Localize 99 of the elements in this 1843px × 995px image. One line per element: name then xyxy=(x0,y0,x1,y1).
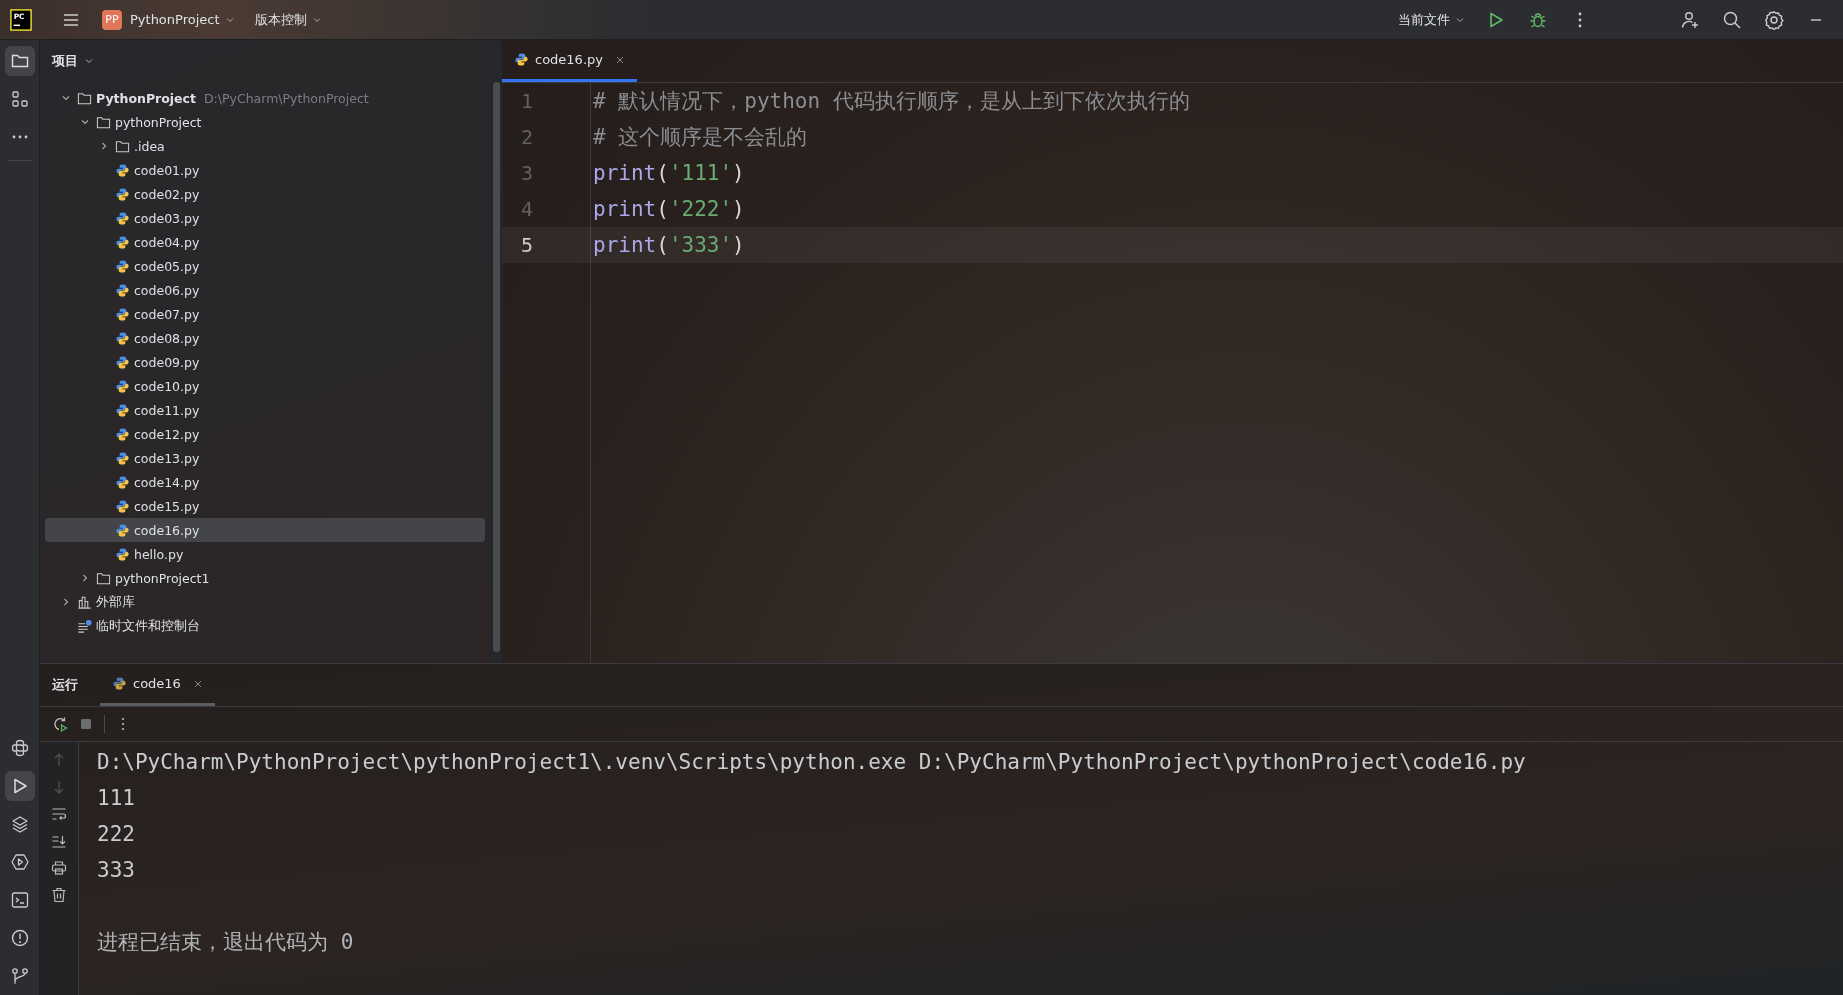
project-view-selector[interactable]: 项目 xyxy=(40,40,106,82)
tree-item[interactable]: code09.py xyxy=(45,350,485,374)
run-tab[interactable]: code16 xyxy=(100,664,215,706)
print-icon[interactable] xyxy=(51,860,67,876)
scroll-to-end-icon[interactable] xyxy=(51,833,67,849)
rerun-icon[interactable] xyxy=(52,716,68,732)
python-file-icon xyxy=(115,378,130,394)
chevron-icon[interactable] xyxy=(80,117,90,127)
more-icon xyxy=(11,135,28,139)
tree-item[interactable]: code10.py xyxy=(45,374,485,398)
python-file-icon xyxy=(115,162,130,178)
code-line: # 这个顺序是不会乱的 xyxy=(593,124,808,151)
python-file-icon xyxy=(115,426,130,442)
settings-icon[interactable] xyxy=(1764,9,1784,30)
project-tool-button[interactable] xyxy=(4,46,35,76)
python-file-icon xyxy=(115,186,130,202)
console-output-line: 进程已结束，退出代码为 0 xyxy=(97,929,355,956)
tree-item[interactable]: PythonProject D:\PyCharm\PythonProject xyxy=(45,86,485,110)
tree-item[interactable]: code01.py xyxy=(45,158,485,182)
structure-icon xyxy=(9,89,30,109)
python-file-icon xyxy=(115,450,130,466)
scratch-file-icon xyxy=(77,618,92,634)
tree-item[interactable]: code15.py xyxy=(45,494,485,518)
tree-item[interactable]: code08.py xyxy=(45,326,485,350)
code-line: print('333') xyxy=(593,233,745,257)
editor-tab[interactable]: code16.py xyxy=(502,40,637,82)
tree-item[interactable]: code06.py xyxy=(45,278,485,302)
console-output-line: D:\PyCharm\PythonProject\pythonProject1\.venv\Scripts\python.exe D:\PyCharm\PythonProject\pythonProject\code16.py xyxy=(97,749,1526,776)
tree-item[interactable]: hello.py xyxy=(45,542,485,566)
tree-item[interactable]: pythonProject xyxy=(45,110,485,134)
console-output-line: 111 xyxy=(97,785,136,812)
line-number: 1 xyxy=(519,89,534,113)
tree-item[interactable]: code05.py xyxy=(45,254,485,278)
chevron-icon[interactable] xyxy=(80,573,90,583)
tree-item[interactable]: code07.py xyxy=(45,302,485,326)
stop-icon[interactable] xyxy=(78,716,94,732)
tree-item[interactable]: code02.py xyxy=(45,182,485,206)
line-number: 2 xyxy=(519,125,534,149)
close-icon[interactable] xyxy=(615,54,625,65)
vcs-menu[interactable]: 版本控制 xyxy=(248,6,328,33)
folder-icon xyxy=(115,138,130,154)
console-output-line: 222 xyxy=(97,821,136,848)
code-line: print('111') xyxy=(593,161,745,185)
code-line: # 默认情况下，python 代码执行顺序，是从上到下依次执行的 xyxy=(593,88,1190,115)
tree-item[interactable]: code04.py xyxy=(45,230,485,254)
chevron-down-icon xyxy=(84,56,94,66)
search-icon[interactable] xyxy=(1722,9,1742,30)
folder-icon xyxy=(77,90,92,106)
code-line: print('222') xyxy=(593,197,745,221)
chevron-icon[interactable] xyxy=(99,141,109,151)
python-file-icon xyxy=(115,234,130,250)
tree-item[interactable]: 外部库 xyxy=(45,590,485,614)
folder-icon xyxy=(96,114,111,130)
line-number: 3 xyxy=(519,161,534,185)
tree-item[interactable]: code12.py xyxy=(45,422,485,446)
line-number: 5 xyxy=(519,233,534,257)
python-file-icon xyxy=(115,282,130,298)
python-file-icon xyxy=(115,546,130,562)
branch-icon xyxy=(9,966,30,986)
python-file-icon xyxy=(115,210,130,226)
run-config-selector[interactable]: 当前文件 xyxy=(1392,6,1471,33)
add-user-icon[interactable] xyxy=(1680,9,1700,30)
python-file-icon xyxy=(115,522,130,538)
close-icon[interactable] xyxy=(192,678,203,689)
scrollbar-thumb[interactable] xyxy=(492,82,500,652)
tree-item[interactable]: .idea xyxy=(45,134,485,158)
python-file-icon xyxy=(115,258,130,274)
python-file-icon xyxy=(115,474,130,490)
tab-label: code16 xyxy=(133,676,181,691)
project-path: D:\PyCharm\PythonProject xyxy=(203,90,369,106)
project-switcher[interactable]: PP PythonProject xyxy=(96,5,241,34)
python-file-icon xyxy=(115,306,130,322)
run-panel-title: 运行 xyxy=(52,676,78,694)
tree-item[interactable]: pythonProject1 xyxy=(45,566,485,590)
library-icon xyxy=(77,594,92,610)
warning-icon xyxy=(9,928,30,948)
tree-item[interactable]: code11.py xyxy=(45,398,485,422)
tree-item[interactable]: code16.py xyxy=(45,518,485,542)
python-file-icon xyxy=(115,402,130,418)
terminal-icon xyxy=(9,890,30,910)
tree-item[interactable]: code03.py xyxy=(45,206,485,230)
run-tool-button[interactable] xyxy=(4,771,35,801)
play-hexagon-icon xyxy=(9,852,30,872)
chevron-icon[interactable] xyxy=(61,93,71,103)
tab-label: code16.py xyxy=(535,52,603,67)
tree-item[interactable]: code13.py xyxy=(45,446,485,470)
python-file-icon xyxy=(115,354,130,370)
tree-item[interactable]: code14.py xyxy=(45,470,485,494)
app-logo-icon[interactable]: PC xyxy=(10,8,32,31)
tree-item[interactable]: 临时文件和控制台 xyxy=(45,614,485,638)
python-file-icon xyxy=(115,498,130,514)
python-file-icon xyxy=(514,52,529,67)
folder-icon xyxy=(96,570,111,586)
chevron-icon[interactable] xyxy=(61,597,71,607)
trash-icon[interactable] xyxy=(51,887,67,903)
line-number: 4 xyxy=(519,197,534,221)
console-output-line: 333 xyxy=(97,857,136,884)
python-file-icon xyxy=(115,330,130,346)
soft-wrap-icon[interactable] xyxy=(51,806,67,822)
